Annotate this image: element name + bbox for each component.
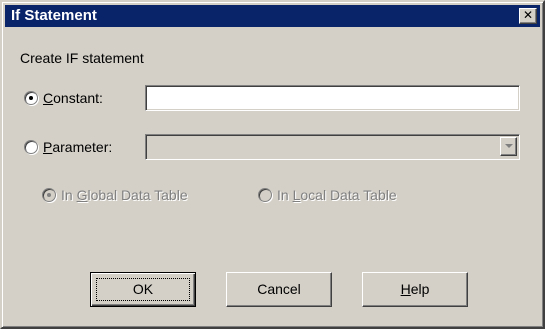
- window-title: If Statement: [11, 7, 97, 24]
- help-button[interactable]: Help: [362, 272, 468, 307]
- title-bar[interactable]: If Statement ✕: [5, 5, 540, 27]
- dropdown-button[interactable]: [500, 137, 517, 156]
- constant-value-input[interactable]: [145, 85, 520, 111]
- chevron-down-icon: [505, 144, 513, 148]
- parameter-dropdown[interactable]: [145, 134, 520, 160]
- radio-selected-dot: [29, 96, 33, 100]
- local-data-table-radio[interactable]: [258, 188, 272, 202]
- radio-selected-dot: [47, 193, 51, 197]
- constant-label[interactable]: Constant:: [43, 90, 103, 106]
- if-statement-dialog: If Statement ✕ Create IF statement Const…: [0, 0, 545, 329]
- close-button[interactable]: ✕: [519, 8, 537, 24]
- cancel-button[interactable]: Cancel: [226, 272, 332, 307]
- parameter-radio[interactable]: [24, 140, 38, 154]
- global-data-table-radio[interactable]: [42, 188, 56, 202]
- local-data-table-label[interactable]: In Local Data Table: [277, 187, 397, 203]
- parameter-label[interactable]: Parameter:: [43, 139, 112, 155]
- focus-rectangle: [96, 278, 190, 301]
- ok-button[interactable]: OK: [90, 272, 196, 307]
- constant-radio[interactable]: [24, 91, 38, 105]
- form-heading: Create IF statement: [20, 50, 144, 66]
- close-icon: ✕: [522, 8, 534, 22]
- global-data-table-label[interactable]: In Global Data Table: [61, 187, 188, 203]
